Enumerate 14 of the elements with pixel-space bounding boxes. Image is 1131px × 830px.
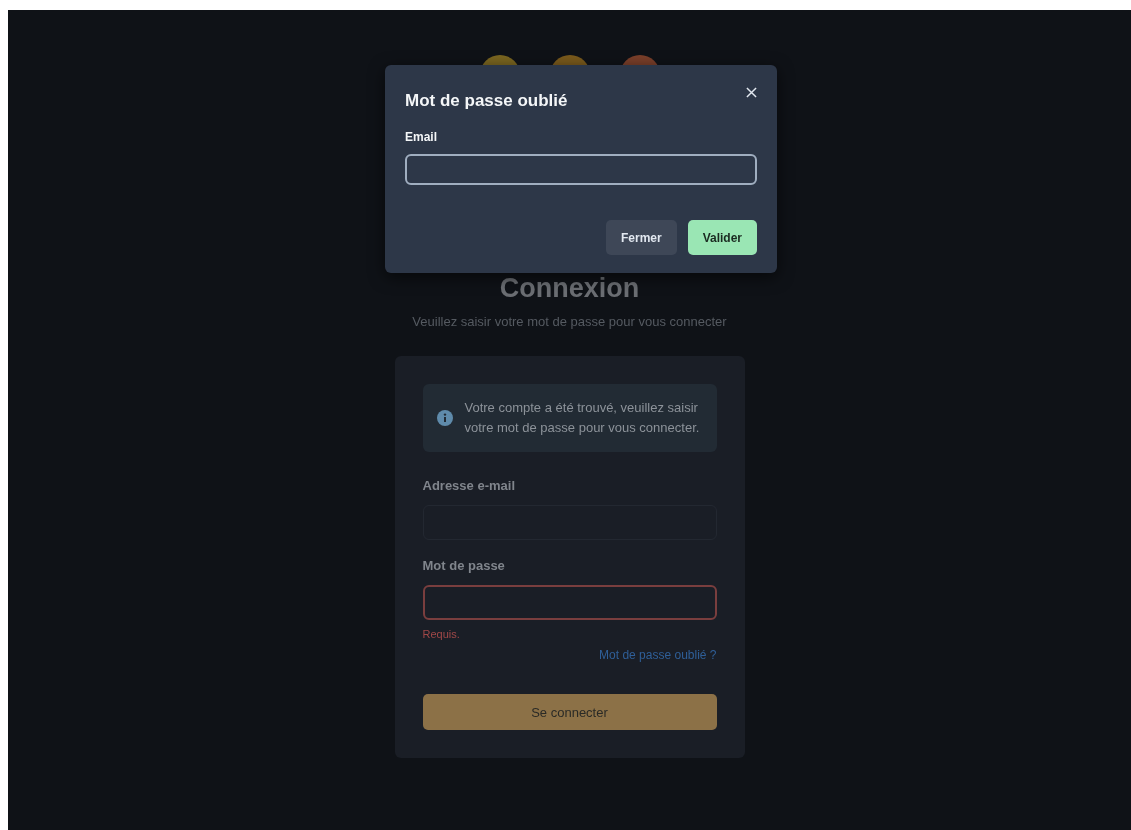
input-field[interactable] <box>422 585 717 620</box>
close-button[interactable]: Fermer <box>605 220 677 255</box>
alert-message: Votre compte a été trouvé, veuillez saisir votre mot de passe pour vous connecter. <box>464 399 701 437</box>
info-icon <box>436 410 453 426</box>
field-label: Adresse e-mail <box>422 478 516 493</box>
field-label: Mot de passe <box>422 558 506 573</box>
submit-button[interactable]: Valider <box>687 220 757 255</box>
page-subtitle: Veuillez saisir votre mot de passe pour vous connecter <box>412 314 727 329</box>
error-message: Requis. <box>422 628 460 640</box>
page-title: Connexion <box>499 273 640 304</box>
dialog-title: Mot de passe oublié <box>405 91 568 111</box>
field-label: Email <box>405 130 438 144</box>
email-field[interactable] <box>405 154 757 185</box>
close-icon[interactable] <box>746 87 757 98</box>
